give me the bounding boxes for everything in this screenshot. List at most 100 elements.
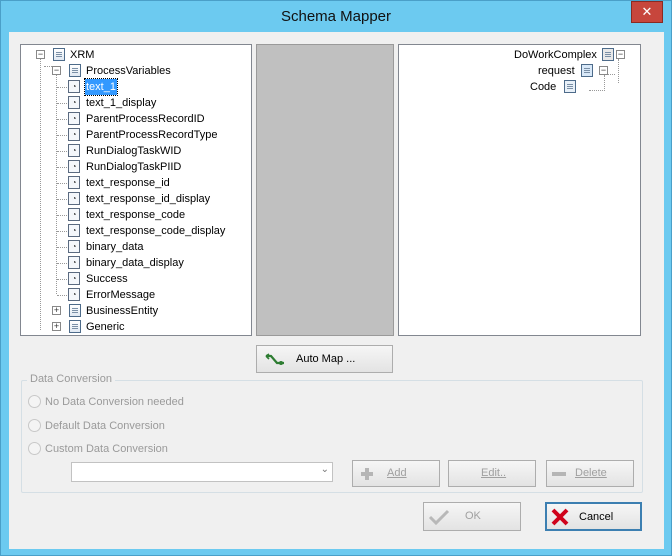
collapse-icon[interactable]: − (616, 50, 625, 59)
tree-node-label: DoWorkComplex (514, 49, 597, 61)
tree-node-label: text_1 (84, 78, 118, 96)
schema-mapper-window: Schema Mapper ✕ − XRM − ProcessVariables… (0, 0, 672, 556)
tree-node-processvariables[interactable]: − ProcessVariables (52, 63, 242, 79)
delete-button[interactable]: Delete (546, 460, 634, 487)
tree-node-label: binary_data (86, 241, 144, 253)
tree-node-label: text_response_id (86, 177, 170, 189)
variable-icon: ◔ (68, 128, 80, 141)
auto-map-button[interactable]: Auto Map ... (256, 345, 393, 373)
tree-node-variable[interactable]: ◔ binary_data (68, 239, 243, 255)
variable-icon: ◔ (68, 272, 80, 285)
tree-node-label: ParentProcessRecordID (86, 113, 205, 125)
tree-node-variable[interactable]: ◔ text_response_code_display (68, 223, 243, 239)
add-label: Add (387, 467, 407, 479)
cancel-button[interactable]: Cancel (545, 502, 642, 531)
variable-icon: ◔ (68, 240, 80, 253)
tree-node-label: Generic (86, 321, 125, 333)
variable-icon: ◔ (68, 112, 80, 125)
dialog-client: − XRM − ProcessVariables ◔ text_1 ◔ text_1_… (9, 32, 664, 549)
variable-icon: ◔ (68, 288, 80, 301)
tree-node-label: ErrorMessage (86, 289, 156, 301)
auto-map-icon (265, 353, 284, 365)
tree-node-request[interactable]: request − (499, 63, 639, 79)
red-x-icon (551, 508, 569, 526)
mapping-canvas[interactable] (256, 44, 394, 336)
radio-label: No Data Conversion needed (45, 396, 184, 408)
data-conversion-legend: Data Conversion (27, 373, 115, 385)
tree-node-variable[interactable]: ◔ RunDialogTaskWID (68, 143, 243, 159)
tree-node-xrm[interactable]: − XRM (36, 47, 236, 63)
collapse-icon[interactable]: − (599, 66, 608, 75)
add-button[interactable]: Add (352, 460, 440, 487)
checkmark-icon (428, 509, 450, 525)
tree-node-variable[interactable]: ◔ ErrorMessage (68, 287, 243, 303)
variable-icon: ◔ (68, 80, 80, 93)
variable-icon: ◔ (68, 256, 80, 269)
source-schema-tree[interactable]: − XRM − ProcessVariables ◔ text_1 ◔ text_1_… (20, 44, 252, 336)
variable-icon: ◔ (68, 224, 80, 237)
tree-node-variable[interactable]: ◔ ParentProcessRecordID (68, 111, 243, 127)
expand-icon[interactable]: + (52, 306, 61, 315)
entity-icon (69, 64, 81, 77)
edit-label: Edit.. (481, 467, 507, 479)
chevron-down-icon: ⌄ (320, 464, 329, 475)
close-icon: ✕ (641, 4, 653, 19)
tree-node-label: XRM (70, 49, 95, 61)
window-title: Schema Mapper (280, 8, 392, 25)
tree-node-label: RunDialogTaskWID (86, 145, 182, 157)
tree-node-label: binary_data_display (86, 257, 184, 269)
variable-icon: ◔ (68, 160, 80, 173)
ok-button[interactable]: OK (423, 502, 521, 531)
data-conversion-group: Data Conversion No Data Conversion neede… (21, 373, 643, 493)
tree-node-code[interactable]: Code (499, 79, 639, 95)
tree-node-label: text_response_code (86, 209, 186, 221)
tree-node-variable[interactable]: ◔ binary_data_display (68, 255, 243, 271)
radio-custom-conversion[interactable] (28, 442, 41, 455)
variable-icon: ◔ (68, 96, 80, 109)
tree-node-label: BusinessEntity (86, 305, 159, 317)
tree-node-variable[interactable]: ◔ Success (68, 271, 243, 287)
radio-label: Custom Data Conversion (45, 443, 168, 455)
expand-icon[interactable]: + (52, 322, 61, 331)
field-icon (564, 80, 576, 93)
radio-label: Default Data Conversion (45, 420, 165, 432)
entity-icon (69, 304, 81, 317)
cancel-label: Cancel (579, 511, 614, 523)
close-button[interactable]: ✕ (631, 1, 663, 23)
tree-node-generic[interactable]: + Generic (52, 319, 242, 335)
delete-label: Delete (575, 467, 607, 479)
tree-node-label: ProcessVariables (86, 65, 171, 77)
tree-node-variable[interactable]: ◔ text_response_id_display (68, 191, 243, 207)
variable-icon: ◔ (68, 192, 80, 205)
variable-icon: ◔ (68, 208, 80, 221)
tree-node-variable[interactable]: ◔ text_response_code (68, 207, 243, 223)
radio-default-conversion[interactable] (28, 419, 41, 432)
radio-no-conversion[interactable] (28, 395, 41, 408)
plus-icon (361, 468, 373, 480)
tree-node-label: Success (86, 273, 128, 285)
tree-node-variable[interactable]: ◔ ParentProcessRecordType (68, 127, 243, 143)
target-schema-tree[interactable]: DoWorkComplex − request − Code (398, 44, 641, 336)
auto-map-label: Auto Map ... (296, 353, 356, 365)
tree-node-label: text_response_code_display (86, 225, 226, 237)
collapse-icon[interactable]: − (52, 66, 61, 75)
tree-node-label: request (538, 65, 575, 77)
variable-icon: ◔ (68, 176, 80, 189)
tree-node-label: ParentProcessRecordType (86, 129, 218, 141)
tree-node-variable[interactable]: ◔ text_1 (68, 78, 243, 96)
tree-node-variable[interactable]: ◔ RunDialogTaskPIID (68, 159, 243, 175)
tree-node-label: RunDialogTaskPIID (86, 161, 182, 173)
element-icon (581, 64, 593, 77)
tree-node-variable[interactable]: ◔ text_response_id (68, 175, 243, 191)
collapse-icon[interactable]: − (36, 50, 45, 59)
tree-node-doworkcomplex[interactable]: DoWorkComplex − (499, 47, 639, 63)
entity-icon (69, 320, 81, 333)
edit-button[interactable]: Edit.. (448, 460, 536, 487)
tree-node-variable[interactable]: ◔ text_1_display (68, 95, 243, 111)
entity-icon (53, 48, 65, 61)
tree-node-label: text_1_display (86, 97, 157, 109)
title-bar[interactable]: Schema Mapper ✕ (1, 1, 671, 33)
conversion-select[interactable]: ⌄ (71, 462, 333, 482)
tree-node-businessentity[interactable]: + BusinessEntity (52, 303, 242, 319)
ok-label: OK (465, 510, 481, 522)
